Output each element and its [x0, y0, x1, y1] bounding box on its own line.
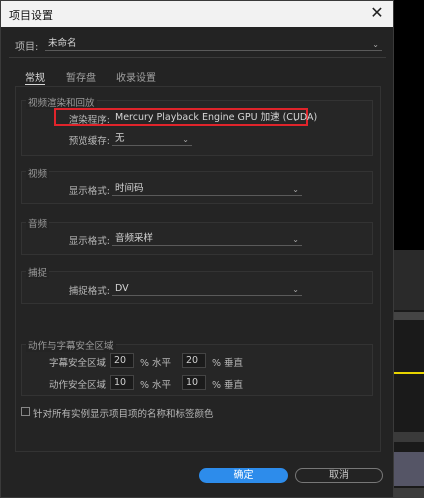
- render-group-label: 视频渲染和回放: [26, 95, 97, 109]
- project-label: 项目:: [15, 42, 39, 53]
- project-name-dropdown[interactable]: 未命名 ⌄: [45, 37, 382, 51]
- project-name-value: 未命名: [48, 38, 77, 49]
- renderer-label: 渲染程序:: [68, 115, 110, 126]
- capture-group-label: 捕捉: [26, 265, 50, 279]
- video-group-label: 视频: [26, 166, 50, 180]
- action-safe-label: 动作安全区域: [48, 380, 106, 391]
- close-icon[interactable]: ✕: [367, 3, 387, 23]
- timeline-marker: [394, 372, 424, 374]
- action-safe-vertical-input[interactable]: 10: [182, 375, 206, 390]
- chevron-down-icon: ⌄: [292, 285, 299, 294]
- video-format-dropdown[interactable]: 时间码 ⌄: [112, 182, 302, 196]
- capture-format-value: DV: [115, 283, 129, 294]
- action-safe-horizontal-input[interactable]: 10: [110, 375, 134, 390]
- chevron-down-icon: ⌄: [292, 114, 299, 123]
- audio-format-label: 显示格式:: [68, 236, 110, 247]
- title-safe-horizontal-input[interactable]: 20: [110, 353, 134, 368]
- audio-format-dropdown[interactable]: 音频采样 ⌄: [112, 232, 302, 246]
- safe-area-group-label: 动作与字幕安全区域: [26, 338, 116, 352]
- renderer-dropdown[interactable]: Mercury Playback Engine GPU 加速 (CUDA) ⌄: [112, 111, 317, 125]
- action-safe-horizontal-unit: % 水平: [140, 380, 172, 391]
- audio-group-label: 音频: [26, 216, 50, 230]
- tab-ingest-settings[interactable]: 收录设置: [116, 69, 156, 84]
- title-bar: 项目设置 ✕: [1, 1, 393, 27]
- preview-cache-value: 无: [115, 133, 125, 144]
- video-format-label: 显示格式:: [68, 186, 110, 197]
- chevron-down-icon: ⌄: [292, 235, 299, 244]
- show-names-checkbox[interactable]: [21, 407, 30, 416]
- background-panel: [394, 0, 424, 498]
- audio-format-value: 音频采样: [115, 233, 154, 244]
- renderer-value: Mercury Playback Engine GPU 加速 (CUDA): [115, 112, 318, 123]
- cancel-button[interactable]: 取消: [295, 468, 383, 483]
- chevron-down-icon: ⌄: [182, 135, 189, 144]
- capture-format-label: 捕捉格式:: [68, 286, 110, 297]
- project-settings-dialog: 项目设置 ✕ 项目: 未命名 ⌄ 常规 暂存盘 收录设置 视频渲染和回放 渲染程…: [0, 0, 394, 498]
- title-safe-vertical-unit: % 垂直: [212, 358, 244, 369]
- tab-scratch-disks[interactable]: 暂存盘: [66, 69, 96, 84]
- preview-cache-label: 预览缓存:: [68, 136, 110, 147]
- title-safe-vertical-input[interactable]: 20: [182, 353, 206, 368]
- video-format-value: 时间码: [115, 183, 144, 194]
- dialog-title: 项目设置: [9, 9, 53, 22]
- show-names-label: 针对所有实例显示项目项的名称和标签颜色: [33, 409, 214, 420]
- title-safe-label: 字幕安全区域: [48, 358, 106, 369]
- chevron-down-icon: ⌄: [372, 40, 379, 49]
- chevron-down-icon: ⌄: [292, 185, 299, 194]
- capture-format-dropdown[interactable]: DV ⌄: [112, 282, 302, 296]
- tab-general[interactable]: 常规: [25, 69, 45, 85]
- preview-cache-dropdown[interactable]: 无 ⌄: [112, 132, 192, 146]
- title-safe-horizontal-unit: % 水平: [140, 358, 172, 369]
- action-safe-vertical-unit: % 垂直: [212, 380, 244, 391]
- ok-button[interactable]: 确定: [199, 468, 288, 483]
